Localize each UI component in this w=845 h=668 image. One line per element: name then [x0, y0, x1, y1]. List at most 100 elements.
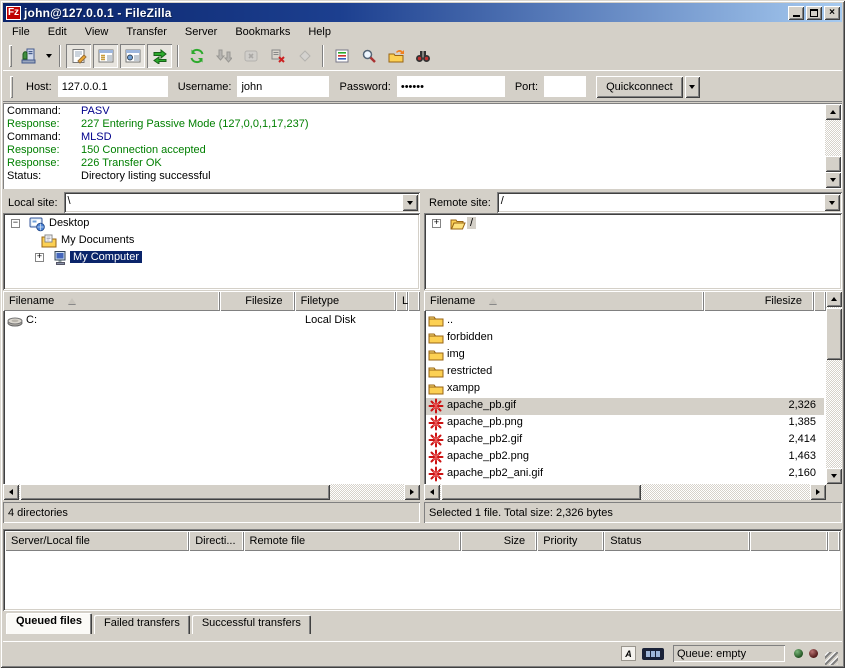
titlebar[interactable]: Fz john@127.0.0.1 - FileZilla ×	[3, 3, 842, 22]
directory-comparison-button[interactable]	[410, 44, 435, 68]
local-horizontal-scrollbar[interactable]	[3, 484, 420, 500]
filter-icon	[334, 48, 350, 64]
menu-item-file[interactable]: File	[3, 24, 39, 40]
remote-site-dropdown-button[interactable]	[824, 194, 840, 211]
column-header-l[interactable]: L	[396, 291, 408, 311]
queue-column-remote-file[interactable]: Remote file	[244, 531, 462, 551]
queue-column-priority[interactable]: Priority	[537, 531, 604, 551]
menu-item-help[interactable]: Help	[299, 24, 340, 40]
column-header-filetype[interactable]: Filetype	[295, 291, 396, 311]
menu-item-bookmarks[interactable]: Bookmarks	[226, 24, 299, 40]
image-file-icon	[428, 466, 444, 482]
remote-site-combo[interactable]: /	[497, 192, 842, 213]
quickbar-gripper[interactable]	[10, 76, 13, 98]
file-row[interactable]: apache_pb.gif2,326	[426, 398, 824, 415]
scroll-up-button[interactable]	[826, 291, 842, 307]
menu-item-server[interactable]: Server	[176, 24, 226, 40]
expand-icon[interactable]: +	[432, 219, 441, 228]
close-button[interactable]: ×	[824, 6, 840, 20]
refresh-button[interactable]	[184, 44, 209, 68]
menu-item-view[interactable]: View	[76, 24, 118, 40]
cancel-operation-button[interactable]	[238, 44, 263, 68]
file-row[interactable]: C:Local Disk	[5, 313, 418, 330]
message-log: Command:PASVResponse:227 Entering Passiv…	[3, 103, 842, 189]
tree-item-my-computer[interactable]: + My Computer	[3, 250, 418, 267]
username-input[interactable]	[237, 76, 329, 97]
remote-horizontal-scrollbar[interactable]	[424, 484, 826, 500]
sync-browsing-button[interactable]	[383, 44, 408, 68]
scroll-right-button[interactable]	[404, 484, 420, 500]
toggle-remote-tree-button[interactable]	[120, 44, 145, 68]
local-site-dropdown-button[interactable]	[402, 194, 418, 211]
scroll-up-button[interactable]	[825, 104, 841, 120]
scroll-thumb[interactable]	[825, 156, 841, 172]
scroll-down-button[interactable]	[825, 172, 841, 188]
tree-item-my-documents[interactable]: My Documents	[3, 233, 418, 250]
scroll-thumb[interactable]	[826, 308, 842, 360]
tab-queued-files[interactable]: Queued files	[6, 613, 92, 634]
toolbar-gripper[interactable]	[9, 45, 12, 67]
filter-button[interactable]	[329, 44, 354, 68]
site-manager-button[interactable]	[16, 44, 41, 68]
quickconnect-button[interactable]: Quickconnect	[596, 76, 683, 98]
scroll-right-button[interactable]	[810, 484, 826, 500]
message-log-lines: Command:PASVResponse:227 Entering Passiv…	[5, 105, 824, 187]
expand-icon[interactable]: +	[35, 253, 44, 262]
remote-vertical-scrollbar[interactable]	[826, 291, 842, 484]
disconnect-button[interactable]	[265, 44, 290, 68]
scroll-thumb[interactable]	[441, 484, 641, 500]
quickconnect-dropdown-button[interactable]	[685, 76, 700, 98]
toggle-message-log-button[interactable]	[66, 44, 91, 68]
column-header-filename[interactable]: Filename	[3, 291, 220, 311]
queue-column-directi-[interactable]: Directi...	[189, 531, 243, 551]
scroll-thumb[interactable]	[20, 484, 330, 500]
column-header-filesize[interactable]: Filesize	[704, 291, 814, 311]
file-row[interactable]: forbidden	[426, 330, 824, 347]
file-row[interactable]: apache_pb2.gif2,414	[426, 432, 824, 449]
queue-column-label: Status	[610, 535, 641, 547]
queue-column-size[interactable]: Size	[461, 531, 537, 551]
menu-item-edit[interactable]: Edit	[39, 24, 76, 40]
host-input[interactable]	[58, 76, 168, 97]
port-input[interactable]	[544, 76, 586, 97]
scroll-left-button[interactable]	[424, 484, 440, 500]
toggle-local-tree-button[interactable]	[93, 44, 118, 68]
tree-item-label: My Computer	[70, 251, 142, 263]
password-input[interactable]	[397, 76, 505, 97]
file-row[interactable]: apache_pb.png1,385	[426, 415, 824, 432]
process-queue-button[interactable]	[211, 44, 236, 68]
tab-successful-transfers[interactable]: Successful transfers	[192, 615, 311, 634]
scroll-left-button[interactable]	[3, 484, 19, 500]
app-icon: Fz	[6, 6, 21, 20]
collapse-icon[interactable]: −	[11, 219, 20, 228]
queue-column-server-local-file[interactable]: Server/Local file	[5, 531, 189, 551]
file-search-button[interactable]	[356, 44, 381, 68]
column-header-filesize[interactable]: Filesize	[220, 291, 295, 311]
minimize-icon	[793, 15, 800, 17]
queue-column-blank[interactable]	[750, 531, 828, 551]
tree-item--[interactable]: +/	[424, 216, 840, 233]
file-row[interactable]: xampp	[426, 381, 824, 398]
menu-item-transfer[interactable]: Transfer	[117, 24, 176, 40]
toggle-transfer-queue-button[interactable]	[147, 44, 172, 68]
status-bar: A Queue: empty	[3, 641, 842, 665]
tab-failed-transfers[interactable]: Failed transfers	[94, 615, 190, 634]
scroll-down-button[interactable]	[826, 468, 842, 484]
site-manager-button-dropdown[interactable]	[42, 44, 55, 68]
resize-grip[interactable]	[825, 652, 838, 665]
file-row[interactable]: apache_pb2.png1,463	[426, 449, 824, 466]
file-row[interactable]: restricted	[426, 364, 824, 381]
file-cell: apache_pb2.png	[447, 450, 715, 462]
tree-item-desktop[interactable]: −Desktop	[3, 216, 418, 233]
file-row[interactable]: img	[426, 347, 824, 364]
log-vertical-scrollbar[interactable]	[825, 104, 841, 188]
local-directory-tree: −DesktopMy Documents + My Computer	[3, 213, 420, 290]
minimize-button[interactable]	[788, 6, 804, 20]
maximize-button[interactable]	[806, 6, 822, 20]
reconnect-button[interactable]	[292, 44, 317, 68]
local-site-combo[interactable]: \	[64, 192, 420, 213]
column-header-filename[interactable]: Filename	[424, 291, 704, 311]
queue-column-status[interactable]: Status	[604, 531, 750, 551]
file-row[interactable]: apache_pb2_ani.gif2,160	[426, 466, 824, 483]
file-row[interactable]: ..	[426, 313, 824, 330]
